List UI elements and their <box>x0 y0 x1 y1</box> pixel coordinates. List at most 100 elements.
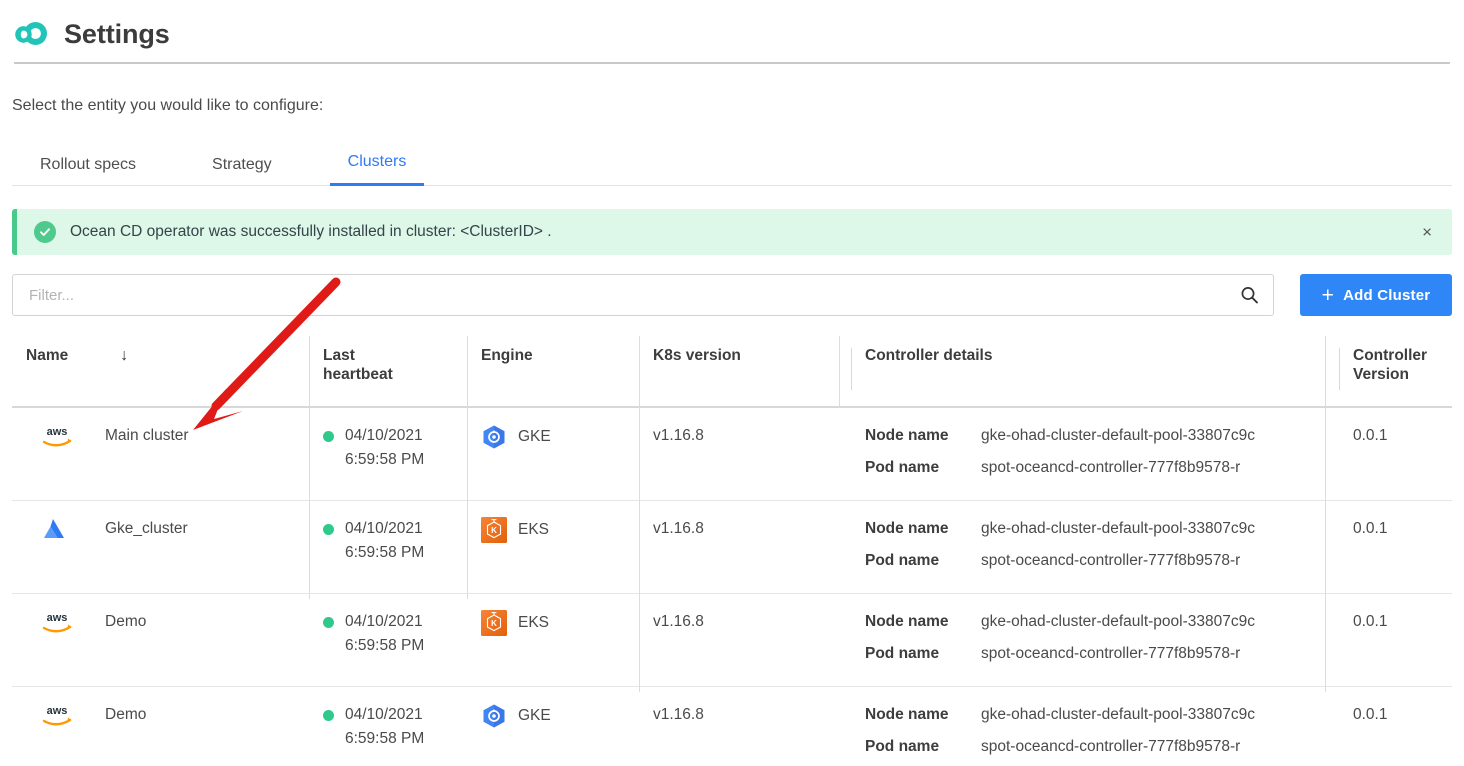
cluster-name: Main cluster <box>105 427 189 444</box>
table-row[interactable]: aws Main cluster 04/10/2021 6:59:58 PM G… <box>12 408 1452 501</box>
heartbeat-date: 04/10/2021 <box>345 613 423 630</box>
node-name-label: Node name <box>865 613 949 630</box>
column-divider <box>467 336 468 599</box>
column-header-last-heartbeat[interactable]: Last heartbeat <box>309 346 467 406</box>
engine-label: GKE <box>518 427 551 445</box>
pod-name-label: Pod name <box>865 459 940 477</box>
page-header: Settings <box>0 0 1464 58</box>
add-cluster-button[interactable]: + Add Cluster <box>1300 274 1452 316</box>
cell-last-heartbeat: 04/10/2021 6:59:58 PM <box>309 424 467 500</box>
cell-name: aws Demo <box>12 610 309 686</box>
status-dot-icon <box>323 616 334 628</box>
svg-text:aws: aws <box>47 426 68 438</box>
column-header-controller-version[interactable]: Controller Version <box>1339 346 1452 406</box>
table-row[interactable]: aws Demo 04/10/2021 6:59:58 PM <box>12 687 1452 766</box>
column-header-controller-version-line1: Controller <box>1353 347 1428 364</box>
aws-logo-icon: aws <box>40 422 74 452</box>
tab-clusters[interactable]: Clusters <box>329 153 425 186</box>
azure-logo-icon <box>40 515 74 545</box>
cell-engine: GKE <box>467 424 639 500</box>
heartbeat-time: 6:59:58 PM <box>345 544 425 562</box>
pod-name-value: spot-oceancd-controller-777f8b9578-r <box>981 459 1241 477</box>
entity-tabs: Rollout specs Strategy Clusters <box>12 142 1452 186</box>
plus-icon: + <box>1321 283 1335 307</box>
column-header-last-heartbeat-line2: heartbeat <box>323 366 393 384</box>
success-check-icon <box>34 221 56 243</box>
heartbeat-date: 04/10/2021 <box>345 427 423 444</box>
cell-name: aws Main cluster <box>12 424 309 500</box>
aws-logo-icon: aws <box>40 608 74 638</box>
table-row[interactable]: Gke_cluster 04/10/2021 6:59:58 PM K EKS … <box>12 501 1452 594</box>
status-dot-icon <box>323 430 334 442</box>
column-divider <box>839 336 840 408</box>
column-header-last-heartbeat-line1: Last <box>323 347 355 364</box>
cell-controller-version: 0.0.1 <box>1353 427 1388 444</box>
pod-name-label: Pod name <box>865 645 940 663</box>
header-divider <box>14 62 1450 64</box>
cluster-name: Gke_cluster <box>105 520 188 537</box>
cell-engine: K EKS <box>467 610 639 686</box>
cell-engine: GKE <box>467 703 639 766</box>
heartbeat-time: 6:59:58 PM <box>345 730 425 748</box>
tab-strategy[interactable]: Strategy <box>194 156 290 186</box>
cell-name: Gke_cluster <box>12 517 309 593</box>
svg-text:aws: aws <box>47 705 68 717</box>
pod-name-value: spot-oceancd-controller-777f8b9578-r <box>981 552 1241 570</box>
cell-last-heartbeat: 04/10/2021 6:59:58 PM <box>309 610 467 686</box>
heartbeat-time: 6:59:58 PM <box>345 637 425 655</box>
node-name-label: Node name <box>865 706 949 723</box>
node-name-value: gke-ohad-cluster-default-pool-33807c9c <box>981 427 1255 444</box>
table-toolbar: + Add Cluster <box>12 274 1452 316</box>
banner-message: Ocean CD operator was successfully insta… <box>70 223 552 240</box>
close-icon[interactable]: × <box>1422 224 1432 241</box>
eks-icon: K <box>481 517 507 543</box>
settings-page: Settings Select the entity you would lik… <box>0 0 1464 766</box>
pod-name-value: spot-oceancd-controller-777f8b9578-r <box>981 645 1241 663</box>
pod-name-label: Pod name <box>865 738 940 756</box>
status-dot-icon <box>323 523 334 535</box>
pod-name-value: spot-oceancd-controller-777f8b9578-r <box>981 738 1241 756</box>
engine-label: EKS <box>518 613 550 631</box>
column-divider <box>639 336 640 692</box>
heartbeat-time: 6:59:58 PM <box>345 451 425 469</box>
column-header-k8s-version[interactable]: K8s version <box>639 346 851 406</box>
search-input[interactable] <box>13 275 1273 315</box>
column-header-name[interactable]: Name ↓ <box>12 346 309 406</box>
cell-controller-version: 0.0.1 <box>1353 520 1388 537</box>
gke-icon <box>481 424 507 450</box>
node-name-label: Node name <box>865 427 949 444</box>
cell-controller-details: Node name gke-ohad-cluster-default-pool-… <box>851 610 1339 686</box>
cell-k8s-version: v1.16.8 <box>653 706 704 723</box>
table-row[interactable]: aws Demo 04/10/2021 6:59:58 PM <box>12 594 1452 687</box>
clusters-table: Name ↓ Last heartbeat Engine K8s version … <box>12 332 1452 766</box>
cluster-name: Demo <box>105 706 147 723</box>
column-header-controller-details[interactable]: Controller details <box>851 346 1339 406</box>
column-header-controller-version-line2: Version <box>1353 366 1409 384</box>
cell-controller-version: 0.0.1 <box>1353 706 1388 723</box>
success-banner: Ocean CD operator was successfully insta… <box>12 209 1452 255</box>
intro-text: Select the entity you would like to conf… <box>12 97 324 114</box>
cell-controller-version: 0.0.1 <box>1353 613 1388 630</box>
sort-descending-icon[interactable]: ↓ <box>120 346 128 366</box>
pod-name-label: Pod name <box>865 552 940 570</box>
spot-ocean-logo-icon <box>12 15 50 53</box>
column-header-name-label: Name <box>26 347 69 364</box>
svg-text:K: K <box>491 526 497 535</box>
cell-controller-details: Node name gke-ohad-cluster-default-pool-… <box>851 424 1339 500</box>
search-icon[interactable] <box>1240 286 1259 305</box>
cell-last-heartbeat: 04/10/2021 6:59:58 PM <box>309 517 467 593</box>
cell-last-heartbeat: 04/10/2021 6:59:58 PM <box>309 703 467 766</box>
engine-label: EKS <box>518 520 550 538</box>
svg-text:aws: aws <box>47 612 68 624</box>
cell-name: aws Demo <box>12 703 309 766</box>
tab-rollout-specs[interactable]: Rollout specs <box>22 156 154 186</box>
node-name-label: Node name <box>865 520 949 537</box>
add-cluster-label: Add Cluster <box>1343 286 1431 304</box>
cell-k8s-version: v1.16.8 <box>653 520 704 537</box>
node-name-value: gke-ohad-cluster-default-pool-33807c9c <box>981 706 1255 723</box>
column-divider <box>309 336 310 599</box>
table-header-row: Name ↓ Last heartbeat Engine K8s version … <box>12 332 1452 408</box>
cell-k8s-version: v1.16.8 <box>653 613 704 630</box>
cell-controller-details: Node name gke-ohad-cluster-default-pool-… <box>851 703 1339 766</box>
column-header-engine[interactable]: Engine <box>467 346 639 406</box>
